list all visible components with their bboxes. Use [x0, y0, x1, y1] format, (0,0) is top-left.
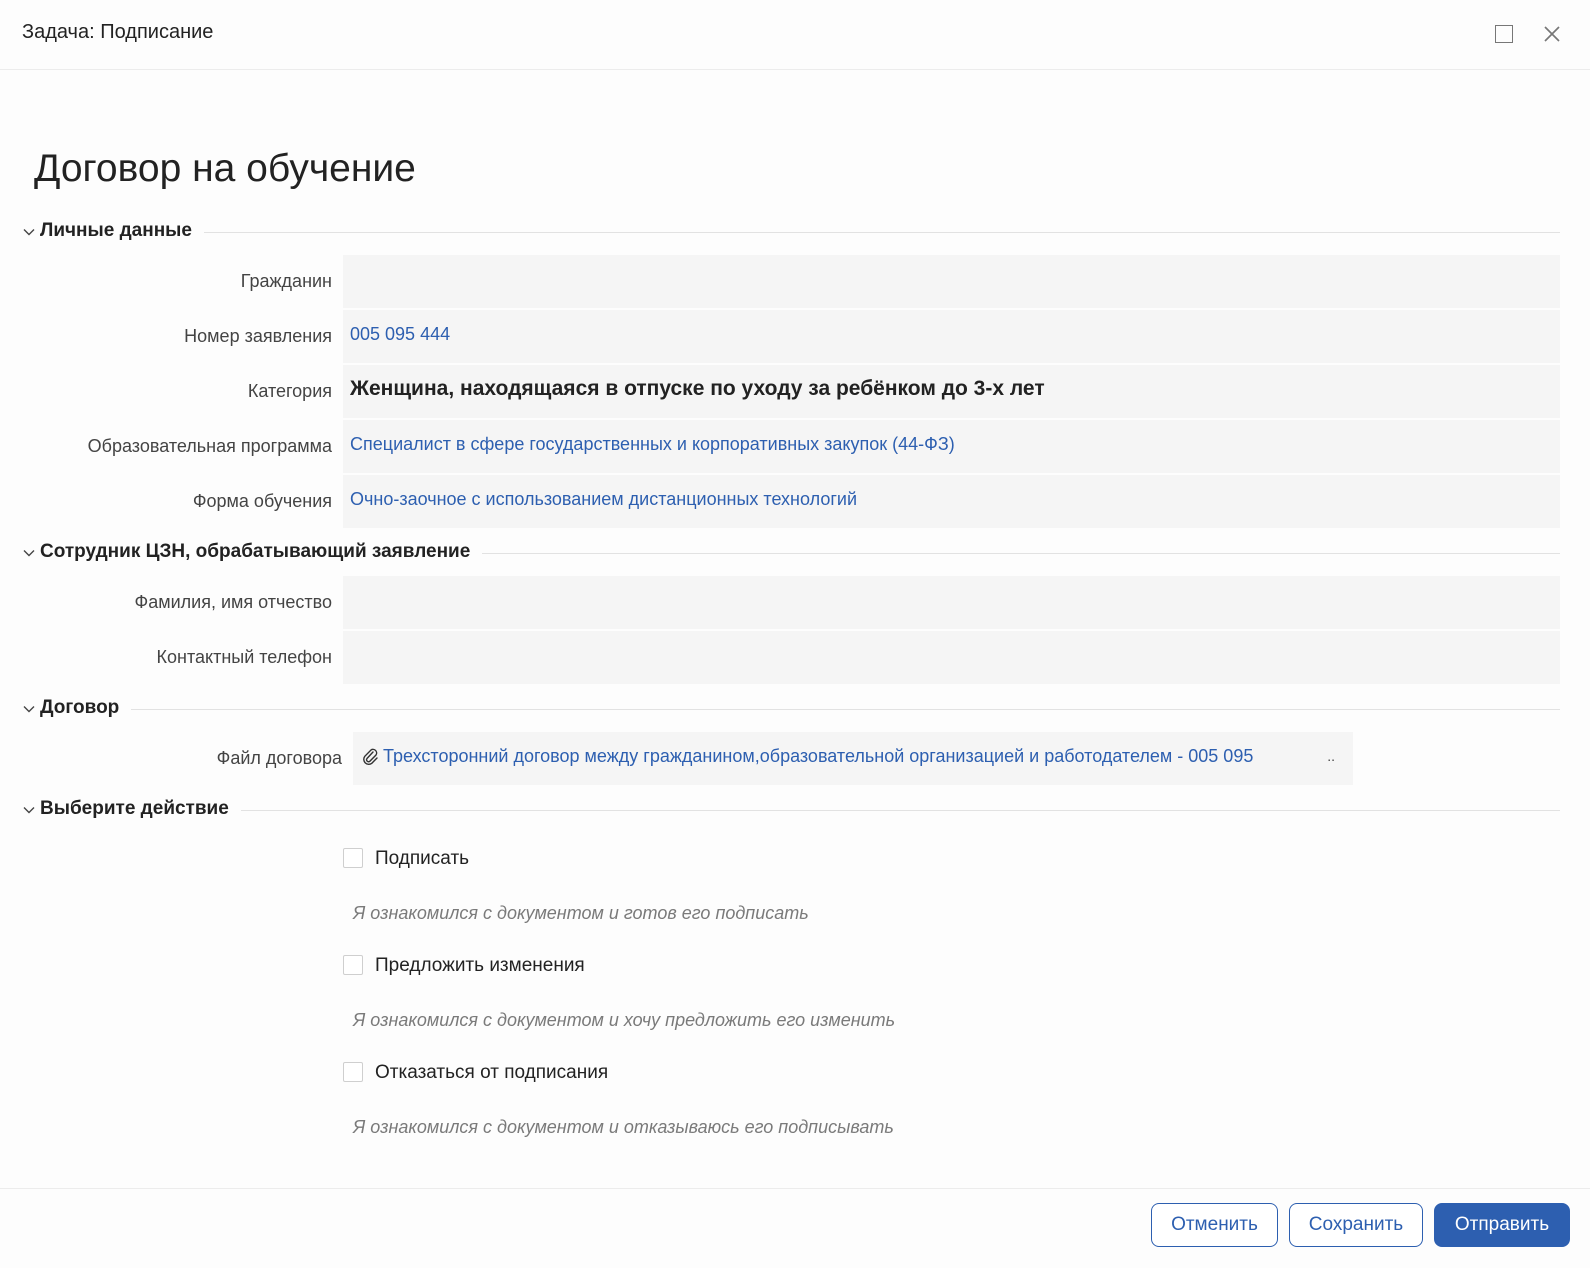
- file-more-indicator: ..: [1327, 748, 1335, 764]
- study-form-link[interactable]: Очно-заочное с использованием дистанцион…: [343, 475, 1560, 528]
- field-label: Категория: [247, 381, 332, 401]
- paperclip-icon: [363, 748, 378, 765]
- field-label: Фамилия, имя отчество: [134, 592, 332, 612]
- close-icon[interactable]: [1540, 22, 1564, 46]
- maximize-icon[interactable]: [1492, 22, 1516, 46]
- propose-changes-checkbox[interactable]: [343, 955, 363, 975]
- category-value: Женщина, находящаяся в отпуске по уходу …: [343, 365, 1560, 418]
- send-button[interactable]: Отправить: [1434, 1203, 1570, 1247]
- option-label[interactable]: Отказаться от подписания: [375, 1062, 608, 1084]
- employee-phone-value: [343, 631, 1560, 684]
- field-application-number: Номер заявления 005 095 444: [0, 310, 1560, 363]
- page-title: Договор на обучение: [34, 147, 416, 190]
- field-employee-name: Фамилия, имя отчество: [0, 576, 1560, 629]
- field-program: Образовательная программа Специалист в с…: [0, 420, 1560, 473]
- field-label: Образовательная программа: [87, 436, 332, 456]
- option-hint: Я ознакомился с документом и хочу предло…: [353, 1010, 896, 1030]
- field-label: Контактный телефон: [156, 647, 332, 667]
- section-title: Сотрудник ЦЗН, обрабатывающий заявление: [40, 541, 483, 563]
- section-title: Личные данные: [40, 220, 204, 242]
- save-button[interactable]: Сохранить: [1289, 1203, 1423, 1247]
- field-category: Категория Женщина, находящаяся в отпуске…: [0, 365, 1560, 418]
- section-employee-header[interactable]: Сотрудник ЦЗН, обрабатывающий заявление: [22, 540, 1560, 566]
- section-personal-header[interactable]: Личные данные: [22, 219, 1560, 245]
- dialog-title: Задача: Подписание: [22, 21, 214, 43]
- sign-checkbox[interactable]: [343, 848, 363, 868]
- option-hint: Я ознакомился с документом и отказываюсь…: [353, 1117, 894, 1137]
- citizen-value: [343, 255, 1560, 308]
- contract-file-name: Трехсторонний договор между гражданином,…: [383, 746, 1254, 766]
- section-contract-header[interactable]: Договор: [22, 696, 1560, 722]
- chevron-down-icon: [23, 807, 35, 814]
- field-label: Форма обучения: [192, 491, 332, 511]
- contract-file-link[interactable]: Трехсторонний договор между гражданином,…: [353, 732, 1353, 785]
- option-label[interactable]: Подписать: [375, 848, 469, 870]
- option-hint: Я ознакомился с документом и готов его п…: [353, 903, 809, 923]
- chevron-down-icon: [23, 706, 35, 713]
- employee-name-value: [343, 576, 1560, 629]
- section-title: Выберите действие: [40, 798, 241, 820]
- task-dialog: Задача: Подписание Договор на обучение Л…: [0, 0, 1590, 1268]
- chevron-down-icon: [23, 550, 35, 557]
- dialog-footer: Отменить Сохранить Отправить: [0, 1188, 1590, 1268]
- field-study-form: Форма обучения Очно-заочное с использова…: [0, 475, 1560, 528]
- field-label: Гражданин: [240, 271, 332, 291]
- field-label: Номер заявления: [184, 326, 332, 346]
- chevron-down-icon: [23, 229, 35, 236]
- program-link[interactable]: Специалист в сфере государственных и кор…: [343, 420, 1560, 473]
- field-contract-file: Файл договора Трехсторонний договор межд…: [0, 732, 1560, 785]
- field-citizen: Гражданин: [0, 255, 1560, 308]
- section-title: Договор: [40, 697, 132, 719]
- dialog-header: Задача: Подписание: [0, 0, 1590, 70]
- application-number-link[interactable]: 005 095 444: [343, 310, 1560, 363]
- field-label: Файл договора: [216, 748, 342, 768]
- option-label[interactable]: Предложить изменения: [375, 955, 585, 977]
- refuse-checkbox[interactable]: [343, 1062, 363, 1082]
- field-employee-phone: Контактный телефон: [0, 631, 1560, 684]
- section-action-header[interactable]: Выберите действие: [22, 797, 1560, 823]
- cancel-button[interactable]: Отменить: [1151, 1203, 1278, 1247]
